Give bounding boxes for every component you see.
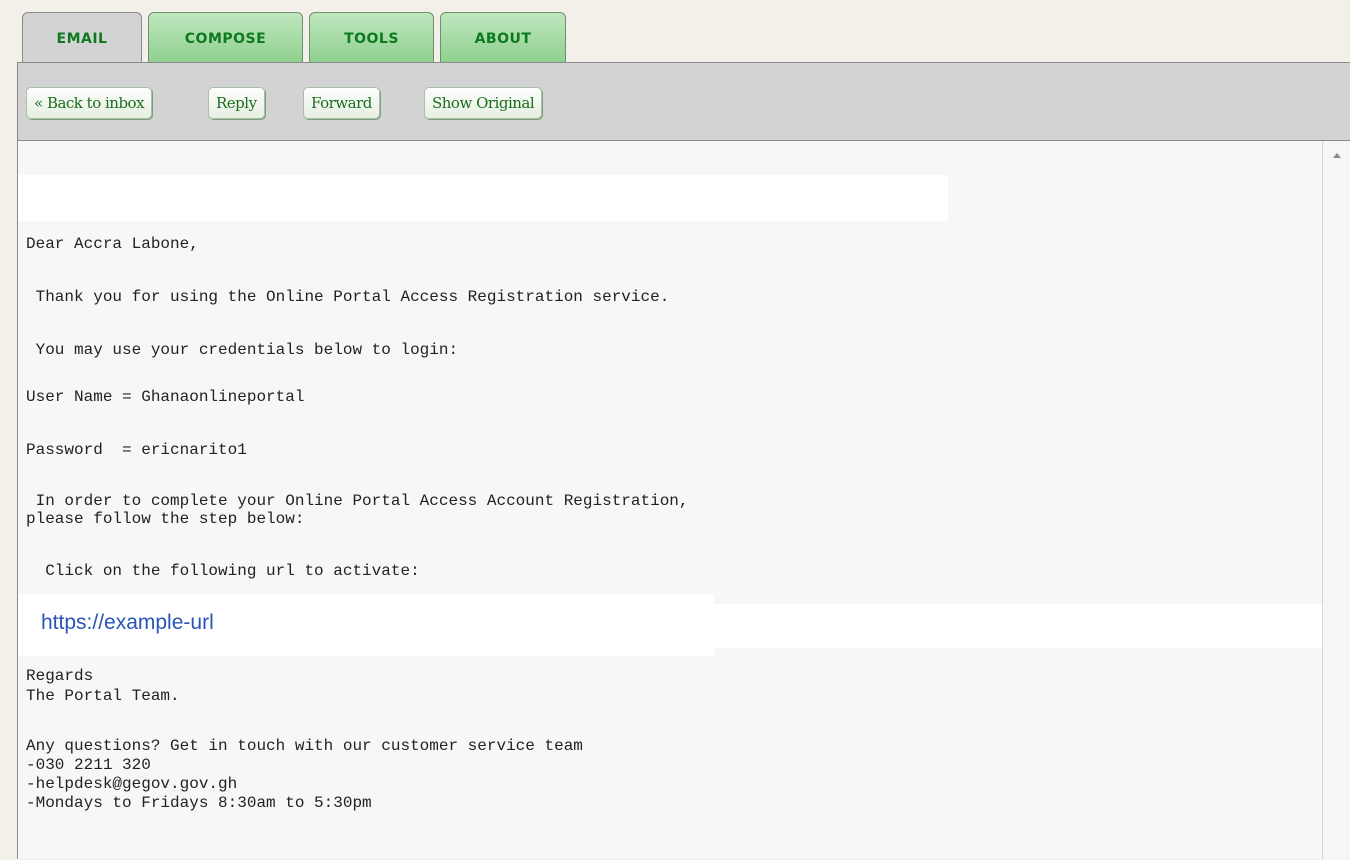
activation-link[interactable]: https://example-url <box>41 611 214 635</box>
reply-button[interactable]: Reply <box>208 87 265 119</box>
link-box-extension <box>714 604 1322 648</box>
email-username: User Name = Ghanaonlineportal <box>26 388 305 406</box>
email-password: Password = ericnarito1 <box>26 441 247 459</box>
email-click-line: Click on the following url to activate: <box>26 562 420 580</box>
email-greeting: Dear Accra Labone, <box>26 235 199 253</box>
email-instructions-2: please follow the step below: <box>26 510 305 528</box>
back-to-inbox-button[interactable]: « Back to inbox <box>26 87 153 119</box>
email-body-panel: Dear Accra Labone, Thank you for using t… <box>17 140 1350 860</box>
scroll-up-arrow-icon[interactable] <box>1333 153 1341 158</box>
forward-button[interactable]: Forward <box>303 87 380 119</box>
tab-about[interactable]: ABOUT <box>440 12 566 62</box>
email-phone: -030 2211 320 <box>26 756 151 774</box>
show-original-button[interactable]: Show Original <box>424 87 543 119</box>
email-instructions-1: In order to complete your Online Portal … <box>26 492 689 510</box>
email-helpdesk: -helpdesk@gegov.gov.gh <box>26 775 238 793</box>
vertical-scrollbar[interactable] <box>1322 141 1350 860</box>
email-thanks: Thank you for using the Online Portal Ac… <box>26 288 670 306</box>
tab-email[interactable]: EMAIL <box>22 12 142 62</box>
redacted-header-box <box>18 175 948 221</box>
tab-compose[interactable]: COMPOSE <box>148 12 303 62</box>
email-hours: -Mondays to Fridays 8:30am to 5:30pm <box>26 794 372 812</box>
email-questions: Any questions? Get in touch with our cus… <box>26 737 583 755</box>
email-credentials-intro: You may use your credentials below to lo… <box>26 341 459 359</box>
tab-tools[interactable]: TOOLS <box>309 12 434 62</box>
email-regards: Regards <box>26 667 94 685</box>
tab-bar: EMAIL COMPOSE TOOLS ABOUT <box>22 12 566 62</box>
email-team: The Portal Team. <box>26 687 180 705</box>
message-toolbar: « Back to inbox Reply Forward Show Origi… <box>17 62 1350 140</box>
